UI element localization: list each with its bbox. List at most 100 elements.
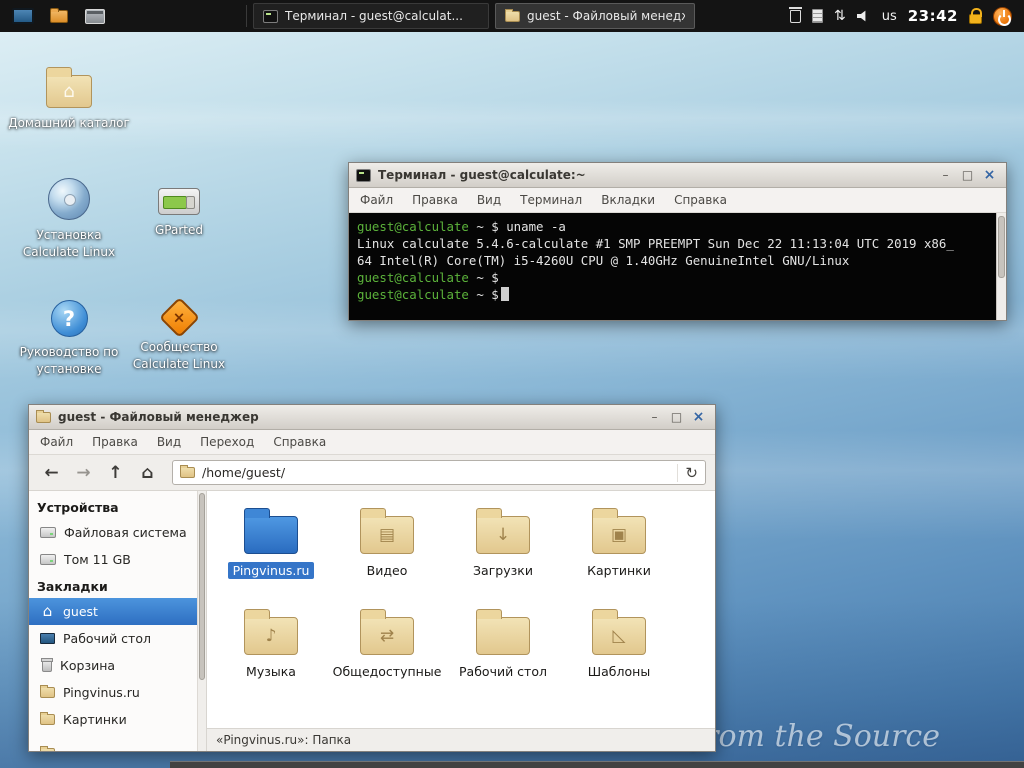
desktop-icon-community[interactable]: × Сообщество Calculate Linux [118, 296, 240, 373]
network-tray-icon[interactable]: ⇅ [834, 9, 846, 23]
terminal-icon [263, 9, 278, 23]
menu-view[interactable]: Вид [157, 435, 181, 449]
question-icon: ? [50, 300, 88, 337]
terminal-line: guest@calculate ~ $ [357, 286, 990, 303]
file-item-label: Загрузки [473, 563, 533, 578]
sidebar-item-label: Рабочий стол [63, 631, 151, 646]
file-item-pingvinus[interactable]: Pingvinus.ru [213, 507, 329, 608]
terminal-menubar: Файл Правка Вид Терминал Вкладки Справка [349, 188, 1006, 213]
close-button[interactable]: × [689, 409, 708, 426]
menu-help[interactable]: Справка [674, 193, 727, 207]
keyboard-layout-indicator[interactable]: us [882, 9, 897, 24]
file-item-pictures[interactable]: ▣ Картинки [561, 507, 677, 608]
sidebar-item-desktop[interactable]: Рабочий стол [29, 625, 197, 652]
minimize-button[interactable]: – [645, 409, 664, 426]
file-item-desktop[interactable]: Рабочий стол [445, 608, 561, 709]
sidebar-item-pingvinus[interactable]: Pingvinus.ru [29, 679, 197, 706]
desktop-icon-label: Сообщество Calculate Linux [132, 340, 226, 371]
home-button[interactable]: ⌂ [134, 460, 161, 486]
folder-icon: ◺ [592, 609, 646, 655]
template-emblem-icon: ◺ [612, 625, 626, 646]
sidebar-item-pictures[interactable]: Картинки [29, 706, 197, 733]
desktop-icon-home[interactable]: ⌂ Домашний каталог [8, 66, 130, 132]
desktop: Linux from the Source ⌂ Домашний каталог… [0, 0, 1024, 768]
terminal-cursor [500, 287, 509, 301]
desktop-icon-install[interactable]: Установка Calculate Linux [8, 178, 130, 261]
close-button[interactable]: × [980, 167, 999, 184]
terminal-line: guest@calculate ~ $ uname -a [357, 219, 566, 234]
power-button-icon[interactable] [993, 6, 1012, 26]
folder-icon [180, 465, 195, 478]
file-item-downloads[interactable]: ↓ Загрузки [445, 507, 561, 608]
forward-button[interactable]: → [70, 460, 97, 486]
clipboard-tray-icon[interactable] [812, 9, 823, 23]
desktop-icon-gparted[interactable]: GParted [118, 180, 240, 239]
file-item-music[interactable]: ♪ Музыка [213, 608, 329, 709]
sidebar-item-volume[interactable]: Том 11 GB [29, 546, 197, 573]
file-manager-window: guest - Файловый менеджер – □ × Файл Пра… [28, 404, 716, 752]
sidebar-item-filesystem[interactable]: Файловая система [29, 519, 197, 546]
sidebar-devices-header: Устройства [37, 500, 119, 515]
terminal-output-area[interactable]: guest@calculate ~ $ uname -a Linux calcu… [349, 213, 1006, 320]
trash-tray-icon[interactable] [789, 6, 802, 23]
menu-help[interactable]: Справка [273, 435, 326, 449]
terminal-window-title: Терминал - guest@calculate:~ [378, 168, 586, 182]
lock-screen-icon[interactable] [969, 7, 982, 24]
folder-icon [40, 746, 55, 751]
maximize-button[interactable]: □ [958, 167, 977, 184]
menu-go[interactable]: Переход [200, 435, 254, 449]
terminal-line: 64 Intel(R) Core(TM) i5-4260U CPU @ 1.40… [357, 253, 850, 268]
menu-file[interactable]: Файл [40, 435, 73, 449]
file-item-label: Видео [366, 563, 408, 578]
desktop-icon-handbook[interactable]: ? Руководство по установке [8, 300, 130, 378]
menu-terminal[interactable]: Терминал [520, 193, 582, 207]
minimize-button[interactable]: – [936, 167, 955, 184]
refresh-button[interactable]: ↻ [677, 463, 698, 482]
menu-tabs[interactable]: Вкладки [601, 193, 655, 207]
desktop-icon-label: GParted [155, 223, 203, 237]
sidebar-scrollbar[interactable] [197, 491, 207, 751]
show-desktop-button[interactable] [80, 3, 110, 29]
file-item-label: Рабочий стол [459, 664, 547, 679]
scrollbar-thumb[interactable] [199, 493, 205, 681]
scrollbar-thumb[interactable] [998, 216, 1005, 279]
home-folder-icon: ⌂ [46, 67, 92, 108]
path-field[interactable]: /home/guest/ ↻ [172, 460, 706, 485]
file-manager-titlebar[interactable]: guest - Файловый менеджер – □ × [29, 405, 715, 430]
desktop-icon [40, 633, 55, 644]
menu-view[interactable]: Вид [477, 193, 501, 207]
back-button[interactable]: ← [38, 460, 65, 486]
sidebar-item-label: Том 11 GB [64, 552, 131, 567]
folder-icon [40, 685, 55, 698]
menu-file[interactable]: Файл [360, 193, 393, 207]
file-item-templates[interactable]: ◺ Шаблоны [561, 608, 677, 709]
file-item-public[interactable]: ⇄ Общедоступные [329, 608, 445, 709]
sidebar-item-trash[interactable]: Корзина [29, 652, 197, 679]
file-manager-launcher[interactable] [44, 3, 74, 29]
taskbar-filemanager-button[interactable]: guest - Файловый менедж... [495, 3, 695, 29]
file-item-label: Музыка [246, 664, 296, 679]
file-item-video[interactable]: ▤ Видео [329, 507, 445, 608]
maximize-button[interactable]: □ [667, 409, 686, 426]
file-manager-sidebar: Устройства Файловая система Том 11 GB За… [29, 491, 197, 751]
menu-edit[interactable]: Правка [92, 435, 138, 449]
folder-icon [50, 7, 68, 23]
sidebar-bookmarks-header: Закладки [37, 579, 108, 594]
terminal-scrollbar[interactable] [996, 213, 1006, 320]
folder-icon: ▤ [360, 508, 414, 554]
music-emblem-icon: ♪ [265, 625, 277, 646]
applications-menu-button[interactable] [8, 3, 38, 29]
bottom-hidden-panel[interactable] [170, 761, 1024, 768]
desktop-icon-label: Установка Calculate Linux [22, 228, 116, 259]
taskbar-button-label: Терминал - guest@calculat... [285, 9, 463, 23]
clock[interactable]: 23:42 [908, 7, 958, 25]
file-list-area[interactable]: Pingvinus.ru ▤ Видео ↓ Загрузки ▣ Картин… [207, 491, 715, 728]
menu-edit[interactable]: Правка [412, 193, 458, 207]
desktop-icon-label: Руководство по установке [19, 345, 119, 376]
up-button[interactable]: ↑ [102, 460, 129, 486]
taskbar-terminal-button[interactable]: Терминал - guest@calculat... [253, 3, 489, 29]
terminal-titlebar[interactable]: Терминал - guest@calculate:~ – □ × [349, 163, 1006, 188]
sidebar-item-clipped[interactable] [29, 740, 197, 751]
sidebar-item-guest[interactable]: ⌂ guest [29, 598, 197, 625]
volume-tray-icon[interactable] [856, 10, 866, 22]
